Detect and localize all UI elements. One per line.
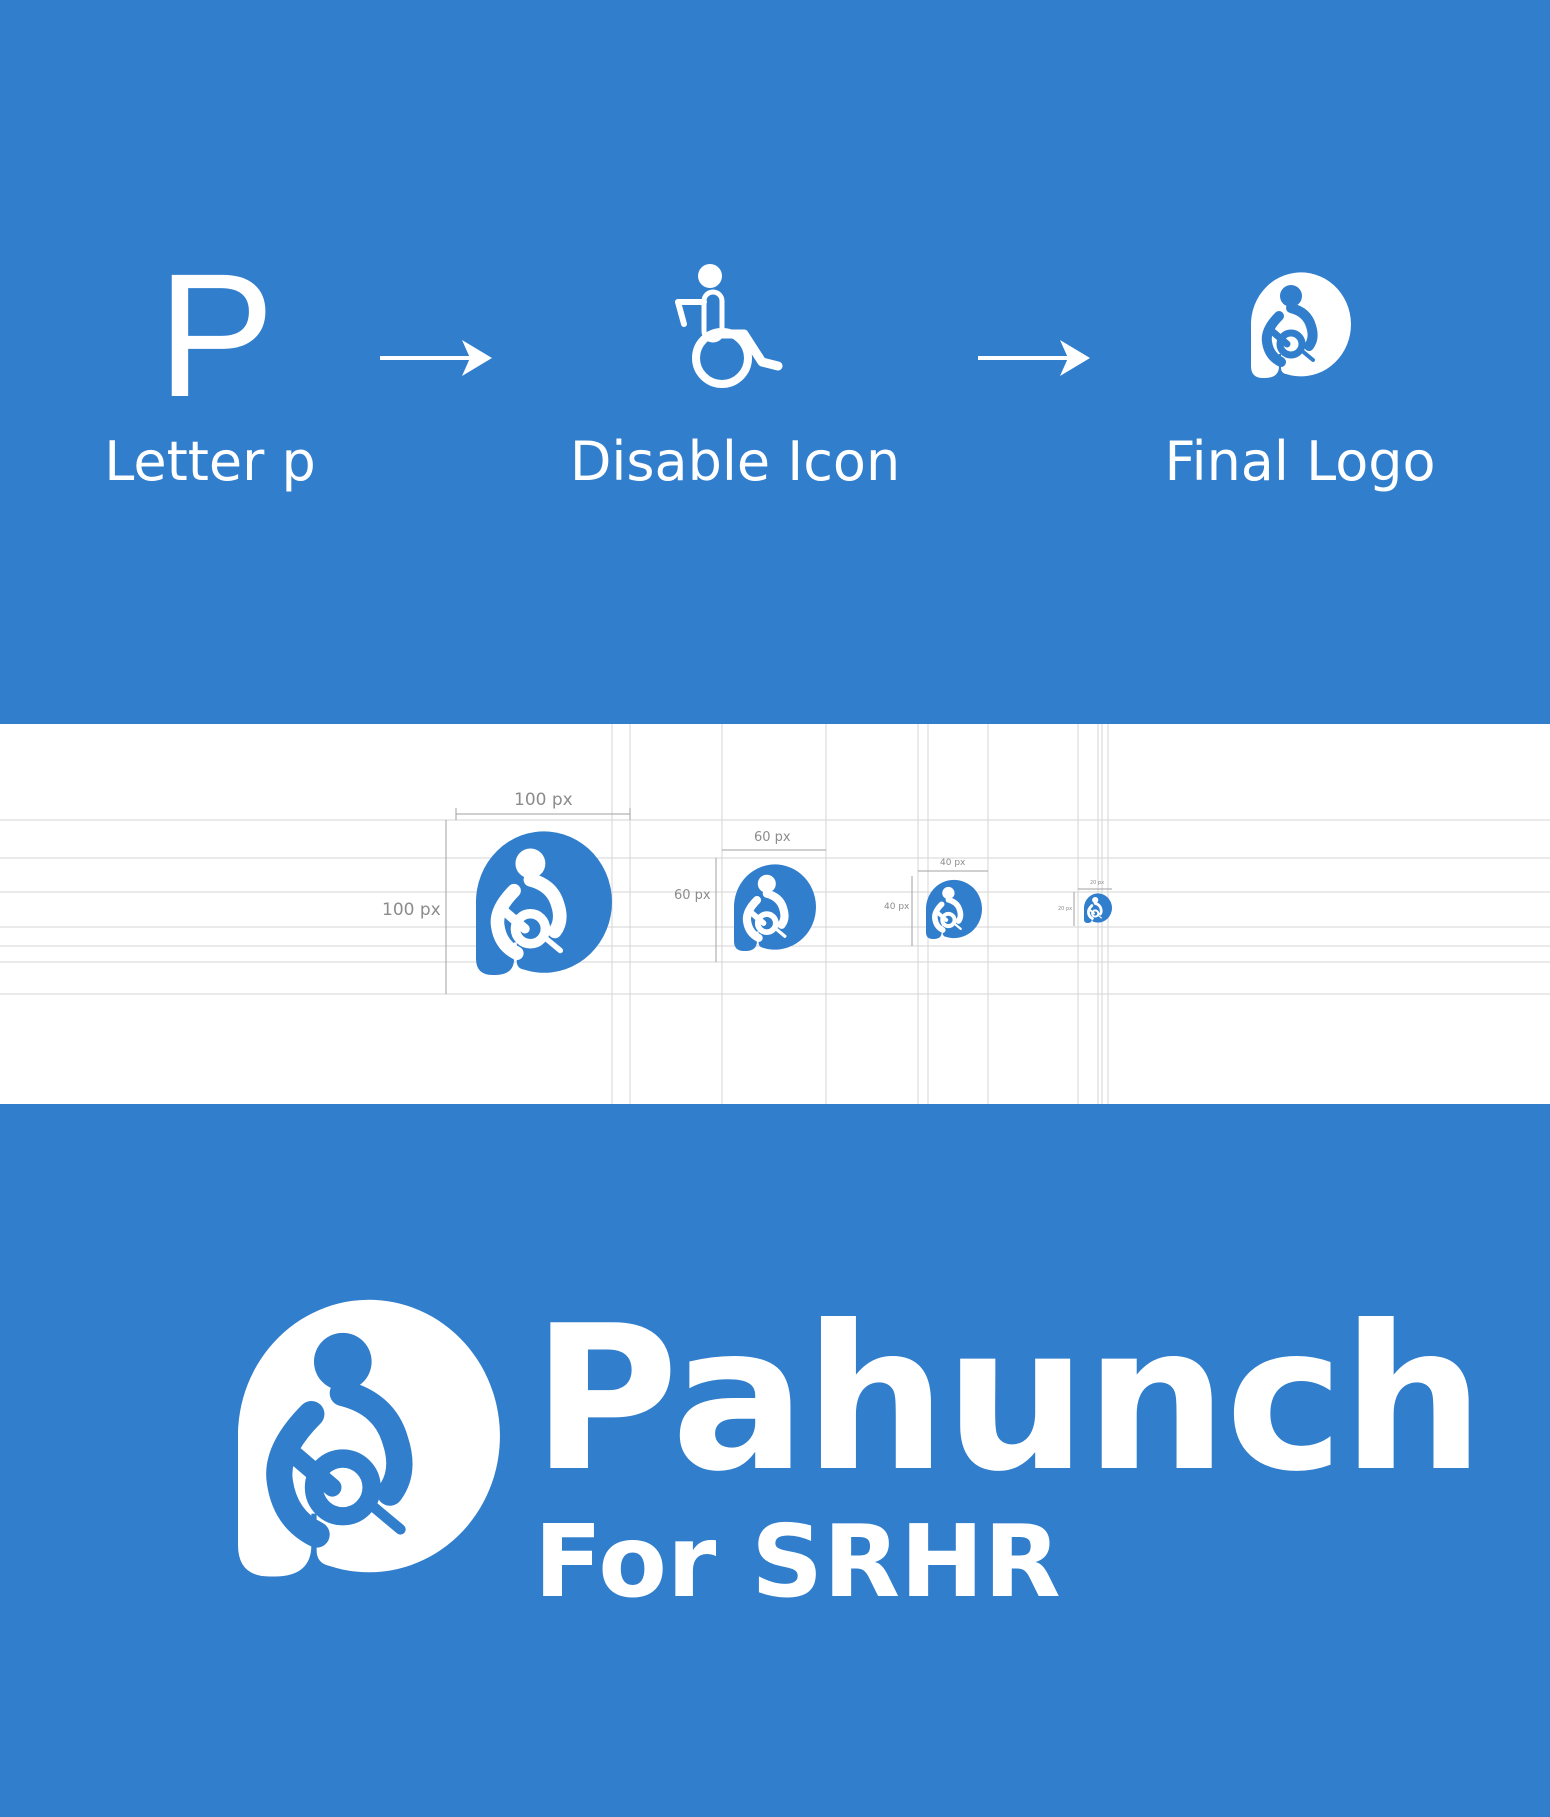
pahunch-logo-icon xyxy=(1251,272,1351,378)
arrow-right-icon xyxy=(978,340,1090,376)
width-label-60: 60 px xyxy=(754,830,791,845)
pahunch-logo-icon xyxy=(476,831,612,975)
height-label-20: 20 px xyxy=(1058,906,1073,912)
height-label-100: 100 px xyxy=(382,900,441,920)
wheelchair-icon xyxy=(675,264,783,388)
width-label-40: 40 px xyxy=(940,858,966,868)
width-label-20: 20 px xyxy=(1090,880,1105,886)
brand-name: Pahunch xyxy=(532,1283,1484,1516)
arrow-right-icon xyxy=(380,340,492,376)
pahunch-logo-icon xyxy=(1084,893,1112,923)
pahunch-logo-icon xyxy=(238,1299,500,1577)
step-label-disable-icon: Disable Icon xyxy=(569,430,901,493)
logo-sizes-section: 100 px 100 px 60 px 60 px 40 px 40 px 20… xyxy=(0,724,1550,1104)
pahunch-logo-icon xyxy=(734,864,816,951)
width-label-100: 100 px xyxy=(514,790,573,810)
brand-tagline: For SRHR xyxy=(534,1503,1061,1620)
step-label-letter-p: Letter p xyxy=(104,430,316,493)
letter-p-glyph: P xyxy=(157,238,275,434)
height-label-60: 60 px xyxy=(674,888,711,903)
height-label-40: 40 px xyxy=(884,902,910,912)
step-label-final-logo: Final Logo xyxy=(1164,430,1436,493)
pahunch-logo-icon xyxy=(926,879,982,939)
